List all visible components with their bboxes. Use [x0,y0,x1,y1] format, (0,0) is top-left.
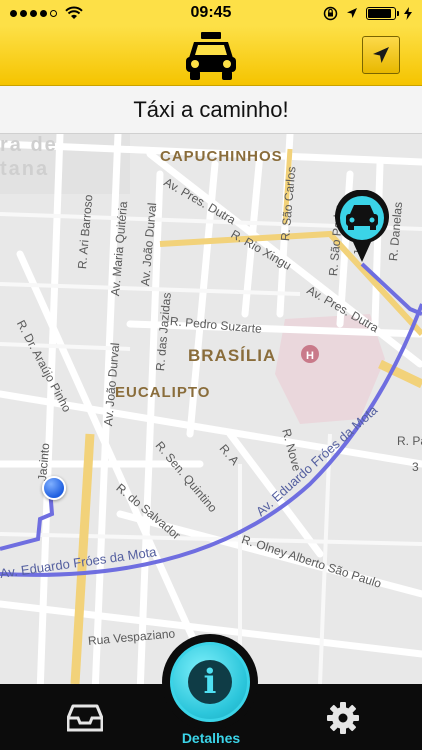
app-header [0,26,422,86]
details-label: Detalhes [181,730,241,746]
battery-icon [366,6,399,20]
neighborhood-eucalipto: EUCALIPTO [115,384,211,401]
status-left [10,6,83,20]
hospital-marker: H [306,350,314,362]
inbox-button[interactable] [66,704,104,732]
neighborhood-brasilia: BRASÍLIA [188,346,277,365]
taxi-marker[interactable] [333,190,391,264]
details-button[interactable]: i [170,642,250,722]
screen: 09:45 Táxi a caminho! H ra de tana CAPUC… [0,0,422,750]
user-location-dot [42,476,66,500]
inbox-icon [66,704,104,732]
taxi-icon [335,190,389,262]
location-services-icon [347,8,357,18]
street-r-pa: R. Pa [397,434,422,448]
street-number-3: 3 [412,460,419,474]
locate-button[interactable] [362,36,400,74]
map-view[interactable]: H ra de tana CAPUCHINHOS BRASÍLIA EUCALI… [0,134,422,684]
status-right [323,6,412,21]
map-label-partial-2: tana [0,158,50,180]
info-icon: i [188,660,232,704]
charging-icon [404,6,412,20]
settings-button[interactable] [326,701,360,735]
map-label-partial-1: ra de [0,134,58,156]
ride-status-message: Táxi a caminho! [0,86,422,134]
neighborhood-capuchinhos: CAPUCHINHOS [160,148,283,165]
location-arrow-icon [373,47,389,63]
status-bar: 09:45 [0,0,422,26]
gear-icon [327,702,359,734]
orientation-lock-icon [323,6,338,20]
signal-strength-icon [10,9,57,17]
wifi-icon [65,6,83,19]
taxi-icon [186,32,236,80]
